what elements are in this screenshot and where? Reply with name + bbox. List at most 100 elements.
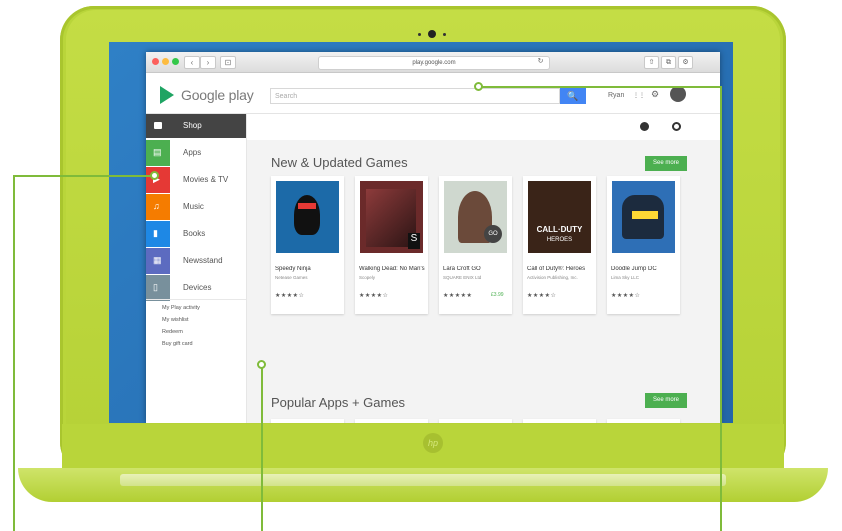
app-card[interactable]	[523, 419, 596, 423]
app-thumbnail: S	[360, 181, 423, 253]
newspaper-icon: ▦	[146, 248, 170, 274]
app-title: Walking Dead: No Man's	[359, 266, 425, 272]
app-card[interactable]: Speedy Ninja Netease Games ★★★★☆	[271, 176, 344, 314]
main-content: New & Updated Games See more Speedy Ninj…	[247, 114, 720, 423]
tabs-button[interactable]: ⧉	[661, 56, 676, 69]
sidebar-item-label: Music	[183, 202, 204, 211]
play-logo-text[interactable]: Google play	[181, 87, 254, 103]
app-rating: ★★★★☆	[611, 293, 641, 299]
app-thumbnail	[612, 181, 675, 253]
app-developer: SQUARE ENIX Ltd	[443, 275, 482, 280]
share-button[interactable]: ⇧	[644, 56, 659, 69]
cod-logo-sub: HEROES	[546, 237, 573, 243]
app-developer: Netease Games	[275, 275, 308, 280]
address-bar[interactable]: play.google.com	[318, 56, 550, 70]
sidebar-item-books[interactable]: ▮ Books	[146, 221, 246, 247]
sidebar-item-label: Movies & TV	[183, 175, 229, 184]
doodle-mask	[632, 211, 658, 219]
app-title: Doodle Jump DC	[611, 266, 657, 272]
callout-line-search-h	[482, 86, 722, 88]
ninja-figure	[294, 195, 320, 235]
webcam	[428, 30, 436, 38]
sidebar-item-newsstand[interactable]: ▦ Newsstand	[146, 248, 246, 274]
link-my-wishlist[interactable]: My wishlist	[162, 317, 189, 323]
help-icon[interactable]	[640, 122, 649, 131]
section-title-popular[interactable]: Popular Apps + Games	[271, 395, 405, 410]
search-input[interactable]: Search	[270, 88, 560, 104]
callout-line-sidebar-h	[13, 175, 153, 177]
callout-line-content	[261, 365, 263, 531]
link-my-play-activity[interactable]: My Play activity	[162, 305, 200, 311]
app-card[interactable]: S Walking Dead: No Man's Scopely ★★★★☆	[355, 176, 428, 314]
section-title-new-games[interactable]: New & Updated Games	[271, 155, 408, 170]
callout-dot-content	[257, 360, 266, 369]
sidebar-item-label: Apps	[183, 148, 202, 157]
browser-settings-button[interactable]: ⚙	[678, 56, 693, 69]
android-icon: ▤	[146, 140, 170, 166]
webcam-light-left	[418, 33, 421, 36]
app-card[interactable]: Doodle Jump DC Lima Sky LLC ★★★★☆	[607, 176, 680, 314]
app-title: Speedy Ninja	[275, 266, 311, 272]
play-header: Google play Search 🔍 Ryan ⋮⋮ ⚙	[146, 73, 720, 114]
apps-grid-icon[interactable]: ⋮⋮	[633, 92, 645, 99]
avatar[interactable]	[670, 86, 686, 102]
ninja-headband	[298, 203, 316, 209]
callout-line-search	[720, 86, 722, 531]
app-price[interactable]: £3.99	[491, 292, 504, 298]
refresh-icon[interactable]: ↻	[534, 56, 547, 67]
app-title: Lara Croft GO	[443, 266, 481, 272]
laptop-screen: ‹ › ⊡ play.google.com ↻ ⇧ ⧉ ⚙ Google pla…	[109, 42, 733, 423]
shop-bag-icon	[154, 122, 162, 129]
app-card[interactable]	[607, 419, 680, 423]
play-logo-icon[interactable]	[160, 86, 174, 104]
app-card[interactable]	[355, 419, 428, 423]
app-thumbnail	[276, 181, 339, 253]
sidebar-item-label: Devices	[183, 283, 212, 292]
app-thumbnail: CALL·DUTY HEROES	[528, 181, 591, 253]
close-window-button[interactable]	[152, 58, 159, 65]
app-card[interactable]: CALL·DUTY HEROES Call of Duty®: Heroes Acti…	[523, 176, 596, 314]
browser-window: ‹ › ⊡ play.google.com ↻ ⇧ ⧉ ⚙ Google pla…	[146, 52, 720, 423]
sidebar-item-music[interactable]: ♫ Music	[146, 194, 246, 220]
movie-icon: ▶	[146, 167, 170, 193]
sidebar-item-shop[interactable]: Shop	[146, 114, 246, 138]
sidebar-item-movies-tv[interactable]: ▶ Movies & TV	[146, 167, 246, 193]
app-rating: ★★★★★	[443, 293, 473, 299]
user-name[interactable]: Ryan	[608, 92, 624, 99]
see-more-button-popular[interactable]: See more	[645, 393, 687, 408]
forward-button[interactable]: ›	[200, 56, 216, 69]
back-button[interactable]: ‹	[184, 56, 200, 69]
sidebar-item-label: Newsstand	[183, 256, 223, 265]
callout-line-sidebar	[13, 176, 15, 531]
app-card[interactable]	[271, 419, 344, 423]
go-badge: GO	[484, 225, 502, 243]
see-more-button-games[interactable]: See more	[645, 156, 687, 171]
sidebar-toggle-button[interactable]: ⊡	[220, 56, 236, 69]
maximize-window-button[interactable]	[172, 58, 179, 65]
settings-icon[interactable]: ⚙	[651, 89, 659, 100]
search-button[interactable]: 🔍	[560, 88, 586, 104]
app-thumbnail: GO	[444, 181, 507, 253]
app-developer: Lima Sky LLC	[611, 275, 640, 280]
sidebar: Shop ▤ Apps ▶ Movies & TV ♫ Music ▮ Books ▦ Newss…	[146, 114, 247, 423]
hp-logo: hp	[423, 433, 443, 453]
browser-toolbar: ‹ › ⊡ play.google.com ↻ ⇧ ⧉ ⚙	[146, 52, 720, 73]
book-icon: ▮	[146, 221, 170, 247]
walking-dead-badge: S	[408, 233, 420, 249]
app-title: Call of Duty®: Heroes	[527, 266, 586, 272]
link-buy-gift-card[interactable]: Buy gift card	[162, 341, 193, 347]
headphones-icon: ♫	[146, 194, 170, 220]
callout-dot-search	[474, 82, 483, 91]
sidebar-item-apps[interactable]: ▤ Apps	[146, 140, 246, 166]
sidebar-divider	[146, 299, 246, 300]
link-redeem[interactable]: Redeem	[162, 329, 183, 335]
app-card[interactable]	[439, 419, 512, 423]
gear-icon[interactable]	[672, 122, 681, 131]
webcam-light-right	[443, 33, 446, 36]
minimize-window-button[interactable]	[162, 58, 169, 65]
sidebar-shop-label: Shop	[183, 121, 202, 130]
app-developer: Activision Publishing, Inc.	[527, 275, 578, 280]
sidebar-item-label: Books	[183, 229, 206, 238]
sidebar-item-devices[interactable]: ▯ Devices	[146, 275, 246, 301]
app-card[interactable]: GO Lara Croft GO SQUARE ENIX Ltd ★★★★★ £3.99	[439, 176, 512, 314]
